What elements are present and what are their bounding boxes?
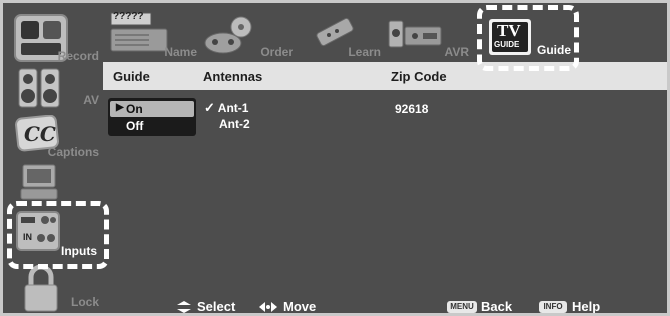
tab-learn[interactable]: Learn: [311, 3, 381, 63]
tab-order[interactable]: Order: [201, 3, 293, 63]
tab-label: Learn: [348, 45, 381, 59]
guide-option-list: ▶ On Off: [108, 98, 196, 136]
speakers-icon: [18, 68, 60, 108]
tab-name[interactable]: ????? Name: [107, 3, 197, 63]
guide-option-label: Off: [126, 119, 144, 133]
tab-label: Name: [164, 45, 197, 59]
tab-label: AVR: [444, 45, 469, 59]
gamepad-icon: [204, 16, 252, 54]
lock-icon: [24, 265, 58, 312]
inputs-item-highlight: [7, 201, 109, 269]
move-arrows-icon: [259, 302, 277, 312]
antenna-option-ant-2[interactable]: Ant-2: [219, 117, 250, 131]
footer-help-label[interactable]: Help: [572, 299, 600, 313]
sidebar-item-lock[interactable]: Lock: [3, 263, 103, 313]
svg-text:CC: CC: [24, 122, 56, 146]
sidebar-item-label: Record: [57, 49, 99, 63]
footer-back-label[interactable]: Back: [481, 299, 512, 313]
table-header: Guide Antennas Zip Code: [103, 62, 667, 90]
menu-key-icon: MENU: [447, 301, 477, 313]
sidebar-item-captions[interactable]: CC Captions: [3, 115, 103, 163]
zip-code-value[interactable]: 92618: [395, 102, 428, 116]
antennas-column-header: Antennas: [203, 69, 263, 84]
receiver-icon: [388, 20, 442, 48]
select-arrows-icon: [177, 301, 191, 313]
guide-option-off[interactable]: Off: [110, 118, 194, 134]
selection-arrow-icon: ▶: [116, 102, 124, 113]
tv-menu-screen: Record AV CC Captions IN Inputs Lock ???…: [3, 3, 667, 313]
device-name-badge: ?????: [113, 11, 144, 22]
sidebar-item-label: Captions: [47, 145, 99, 159]
sidebar-item-record[interactable]: Record: [3, 11, 103, 67]
sidebar-item-av[interactable]: AV: [3, 65, 103, 115]
sidebar-item-label: AV: [83, 93, 99, 107]
antenna-label: Ant-1: [217, 101, 249, 115]
guide-option-label: On: [126, 102, 143, 116]
sidebar-item-label: Lock: [70, 295, 99, 309]
guide-option-on[interactable]: ▶ On: [110, 101, 194, 117]
footer-move-label: Move: [283, 299, 317, 313]
guide-tab-highlight: [477, 5, 579, 71]
zip-code-column-header: Zip Code: [391, 69, 447, 84]
info-key-icon: INFO: [539, 301, 567, 313]
sidebar-item-tv[interactable]: [3, 163, 103, 205]
footer-select-label: Select: [197, 299, 236, 313]
tab-avr[interactable]: AVR: [385, 3, 469, 63]
tab-label: Order: [260, 45, 293, 59]
tv-set-icon: [20, 164, 58, 200]
antenna-option-ant-1[interactable]: ✓ Ant-1: [204, 100, 248, 116]
antenna-label: Ant-2: [219, 117, 250, 131]
guide-column-header: Guide: [113, 69, 150, 84]
check-icon: ✓: [204, 100, 215, 115]
